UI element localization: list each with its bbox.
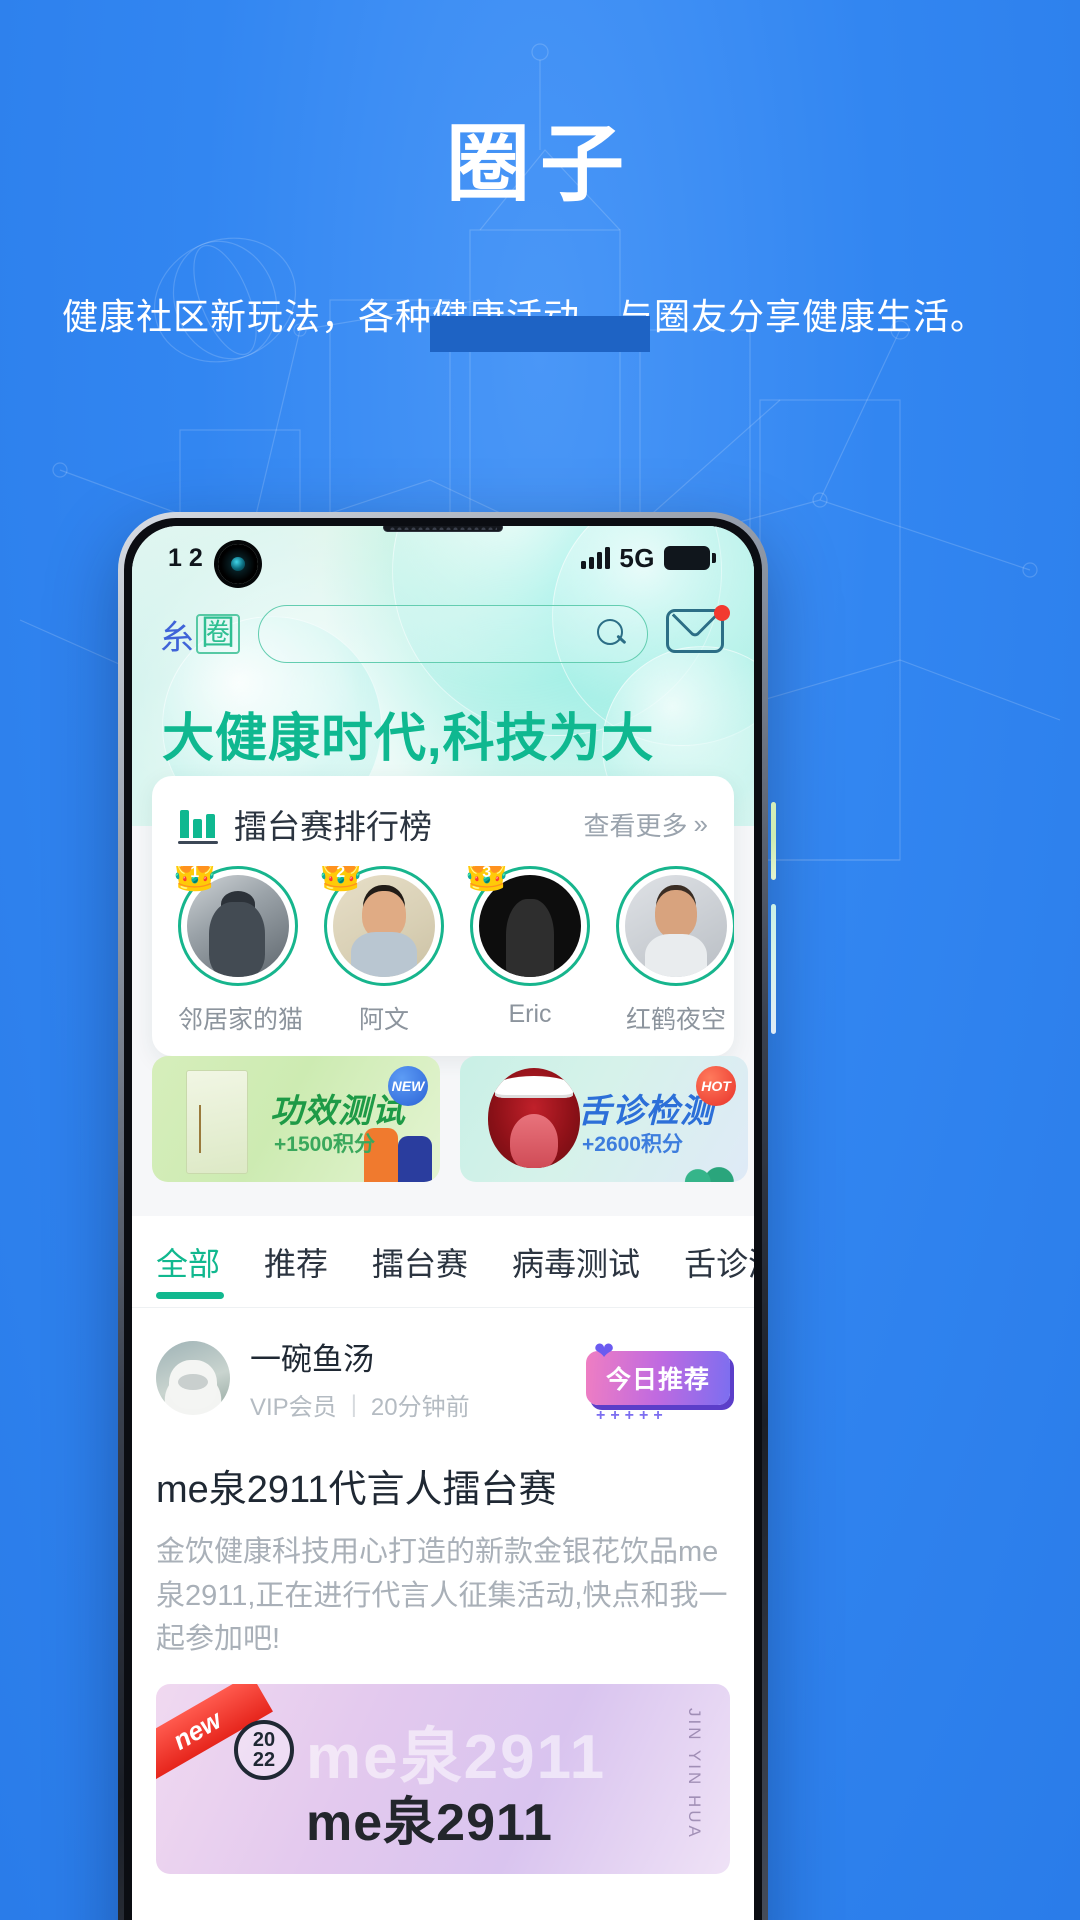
mouth-illustration [488, 1068, 580, 1168]
banner-title: 功效测试 [270, 1092, 406, 1129]
member-tag: VIP会员 [250, 1394, 337, 1421]
app-logo-left: 糸 [160, 618, 194, 657]
new-tag-icon: NEW [388, 1066, 428, 1106]
post-header: 一碗鱼汤 VIP会员 | 20分钟前 ❤ 今日推荐 +++++ [156, 1308, 730, 1432]
banner-efficacy-test[interactable]: NEW 功效测试 +1500积分 [152, 1056, 440, 1182]
app-logo[interactable]: 糸 圈 [160, 610, 240, 659]
tab-recommended[interactable]: 推荐 [242, 1216, 350, 1307]
avatar-image [625, 875, 727, 977]
post-image[interactable]: new 20 22 me泉2911 me泉2911 JIN YIN HUA [156, 1683, 730, 1874]
phone-screen: 1 2 5G 糸 圈 大健康时代,科技为大 擂台赛排行榜 查看更多 » 👑 1 … [132, 526, 754, 1920]
post-image-vertical-text: JIN YIN HUA [685, 1707, 704, 1840]
signal-bars-icon [581, 547, 611, 569]
status-indicators: 5G [581, 542, 716, 574]
badge-sparkles: +++++ [595, 1407, 668, 1424]
post-author-name[interactable]: 一碗鱼汤 [250, 1334, 586, 1379]
tab-virus-test[interactable]: 病毒测试 [490, 1216, 662, 1307]
leaf-illustration [678, 1130, 744, 1182]
battery-icon [664, 546, 716, 570]
rank-number: 3 [482, 866, 492, 881]
avatar[interactable]: 👑 1 [171, 866, 298, 986]
post-image-title: me泉2911 [306, 1793, 553, 1852]
rank-user-name: Eric [508, 1000, 552, 1028]
feed-tabs[interactable]: 全部 推荐 擂台赛 病毒测试 舌诊测试 功 [132, 1216, 754, 1308]
rank-user-name: 阿文 [358, 1006, 409, 1034]
feed-list[interactable]: 一碗鱼汤 VIP会员 | 20分钟前 ❤ 今日推荐 +++++ me泉2911代… [132, 1308, 754, 1920]
rank-user-name: 红鹤夜空 [625, 1006, 726, 1034]
avatar[interactable] [616, 866, 734, 986]
hot-tag-icon: HOT [696, 1066, 736, 1106]
banner-points: +1500积分 [274, 1133, 375, 1156]
post-title[interactable]: me泉2911代言人擂台赛 [156, 1458, 730, 1513]
ranking-more-label: 查看更多 [583, 810, 688, 841]
status-time: 1 2 [168, 543, 203, 572]
phone-volume-button [771, 802, 776, 880]
year-badge: 20 22 [234, 1719, 294, 1780]
earpiece-speaker [383, 526, 503, 532]
badge-label: 今日推荐 [605, 1366, 710, 1394]
app-bar: 糸 圈 [132, 598, 754, 670]
phone-mockup: 1 2 5G 糸 圈 大健康时代,科技为大 擂台赛排行榜 查看更多 » 👑 1 … [118, 512, 776, 1920]
avatar[interactable]: 👑 2 [317, 866, 444, 986]
mail-button[interactable] [666, 605, 730, 659]
banner-title: 舌诊检测 [578, 1092, 714, 1129]
list-item[interactable]: 👑 1 邻居家的猫 [171, 866, 304, 1036]
crown-icon: 👑 2 [317, 866, 365, 893]
crown-icon: 👑 1 [171, 866, 219, 893]
network-type-label: 5G [619, 542, 655, 573]
meta-separator: | [350, 1390, 357, 1418]
phone-power-button [771, 904, 776, 1034]
front-camera-punch-hole [218, 544, 258, 584]
status-badge: ❤ 今日推荐 +++++ [585, 1338, 730, 1424]
year-bottom: 22 [252, 1748, 276, 1771]
list-item[interactable]: 红鹤夜空 [616, 866, 734, 1036]
year-top: 20 [252, 1728, 276, 1751]
tab-arena[interactable]: 擂台赛 [350, 1216, 490, 1307]
banner-tongue-diagnosis[interactable]: HOT 舌诊检测 +2600积分 [460, 1056, 748, 1182]
promo-title: 圈子 [445, 117, 634, 211]
app-logo-right: 圈 [196, 614, 240, 654]
search-input[interactable] [258, 605, 648, 663]
post-timestamp: 20分钟前 [370, 1394, 470, 1421]
tab-tongue-test[interactable]: 舌诊测试 [662, 1216, 754, 1307]
ranking-avatar-list[interactable]: 👑 1 邻居家的猫 👑 2 阿文 👑 3 Eric 红鹤夜空 [152, 866, 734, 1036]
search-icon[interactable] [597, 619, 627, 649]
post-author-meta: 一碗鱼汤 VIP会员 | 20分钟前 [250, 1334, 586, 1422]
rank-number: 2 [336, 866, 346, 881]
rank-number: 1 [190, 866, 200, 881]
post-body: 金饮健康科技用心打造的新款金银花饮品me泉2911,正在进行代言人征集活动,快点… [156, 1536, 728, 1655]
list-item[interactable]: 👑 3 Eric [463, 866, 590, 1036]
promo-banner-row[interactable]: NEW 功效测试 +1500积分 HOT 舌诊检测 +2600积分 [152, 1056, 754, 1182]
banner-points: +2600积分 [582, 1133, 683, 1156]
avatar[interactable] [156, 1341, 230, 1415]
rank-user-name: 邻居家的猫 [178, 1006, 304, 1034]
list-item[interactable]: 👑 2 阿文 [317, 866, 444, 1036]
crown-icon: 👑 3 [463, 866, 511, 893]
avatar[interactable]: 👑 3 [463, 866, 590, 986]
ranking-title: 擂台赛排行榜 [234, 808, 432, 845]
ranking-card: 擂台赛排行榜 查看更多 » 👑 1 邻居家的猫 👑 2 阿文 👑 3 Eric … [152, 776, 734, 1056]
heart-icon: ❤ [593, 1338, 616, 1365]
promo-title-highlight [430, 316, 650, 352]
tab-all[interactable]: 全部 [156, 1216, 242, 1307]
post-submeta: VIP会员 | 20分钟前 [250, 1387, 586, 1422]
product-package-image [186, 1070, 248, 1174]
bar-chart-icon [178, 804, 222, 844]
illustration-figure [398, 1136, 432, 1182]
chevron-double-right-icon: » [693, 808, 708, 839]
unread-badge [714, 605, 730, 621]
promo-title-block: 圈子 [0, 117, 1080, 352]
ranking-more-button[interactable]: 查看更多 » [584, 806, 708, 843]
ranking-header: 擂台赛排行榜 查看更多 » [152, 800, 734, 848]
hero-slogan: 大健康时代,科技为大 [162, 710, 655, 768]
phone-bezel: 1 2 5G 糸 圈 大健康时代,科技为大 擂台赛排行榜 查看更多 » 👑 1 … [124, 518, 762, 1920]
